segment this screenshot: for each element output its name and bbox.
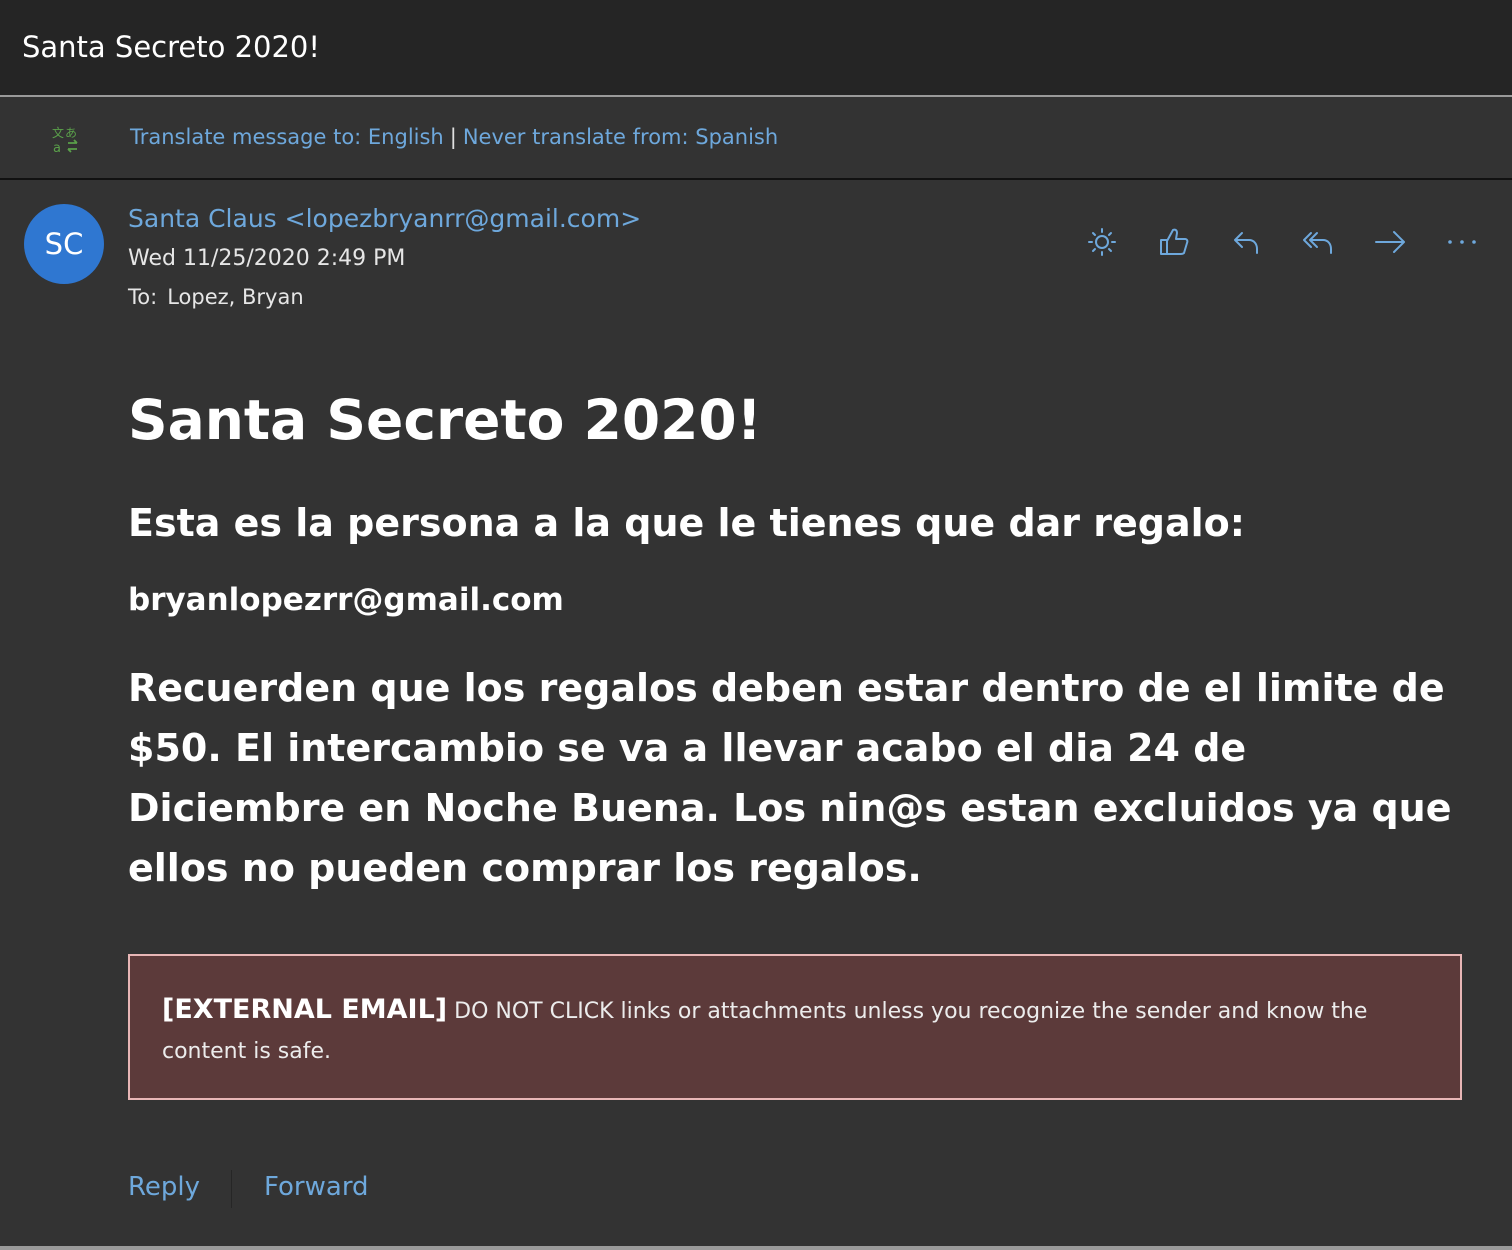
never-translate-link[interactable]: Never translate from: Spanish (463, 125, 778, 149)
recipients-line: To: Lopez, Bryan (128, 285, 304, 309)
avatar[interactable]: SC (24, 204, 104, 284)
like-button[interactable] (1154, 222, 1194, 262)
reply-icon-button[interactable] (1226, 222, 1266, 262)
reply-all-icon (1303, 232, 1332, 254)
recipient[interactable]: Lopez, Bryan (167, 285, 303, 309)
window-title: Santa Secreto 2020! (22, 30, 321, 64)
footer-divider (231, 1170, 232, 1208)
body-heading: Santa Secreto 2020! (128, 388, 762, 452)
body-paragraph: Recuerden que los regalos deben estar de… (128, 666, 1452, 890)
translate-icon: 文 あ a (50, 123, 82, 156)
more-icon (1448, 240, 1476, 244)
warning-label: [EXTERNAL EMAIL] (162, 994, 448, 1025)
reply-button[interactable]: Reply (128, 1172, 200, 1202)
forward-icon-button[interactable] (1370, 222, 1410, 262)
message-body: Santa Secreto 2020! Esta es la persona a… (128, 380, 1468, 898)
reply-all-icon-button[interactable] (1298, 222, 1338, 262)
bottom-border (0, 1246, 1512, 1250)
translate-links: Translate message to: English | Never tran… (130, 125, 778, 149)
sender-name[interactable]: Santa Claus <lopezbryanrr@gmail.com> (128, 204, 641, 233)
message-header: SC Santa Claus <lopezbryanrr@gmail.com> … (0, 180, 1512, 340)
more-options-button[interactable] (1442, 222, 1482, 262)
svg-text:あ: あ (65, 126, 77, 140)
sun-icon (1088, 228, 1116, 256)
svg-text:a: a (53, 141, 61, 155)
svg-text:文: 文 (52, 125, 64, 140)
body-subheading: Esta es la persona a la que le tienes qu… (128, 501, 1245, 545)
translate-bar: 文 あ a Translate message to: English | Neve… (0, 97, 1512, 180)
target-email: bryanlopezrr@gmail.com (128, 582, 564, 618)
thumbs-up-icon (1160, 228, 1189, 255)
translate-separator: | (449, 125, 457, 149)
brightness-button[interactable] (1082, 222, 1122, 262)
to-label: To: (128, 285, 158, 309)
title-bar: Santa Secreto 2020! (0, 0, 1512, 97)
message-date: Wed 11/25/2020 2:49 PM (128, 246, 406, 271)
forward-arrow-icon (1375, 231, 1405, 253)
reply-icon (1234, 232, 1258, 254)
translate-message-link[interactable]: Translate message to: English (130, 125, 444, 149)
external-email-warning: [EXTERNAL EMAIL] DO NOT CLICK links or a… (128, 954, 1462, 1100)
forward-button[interactable]: Forward (264, 1172, 369, 1202)
